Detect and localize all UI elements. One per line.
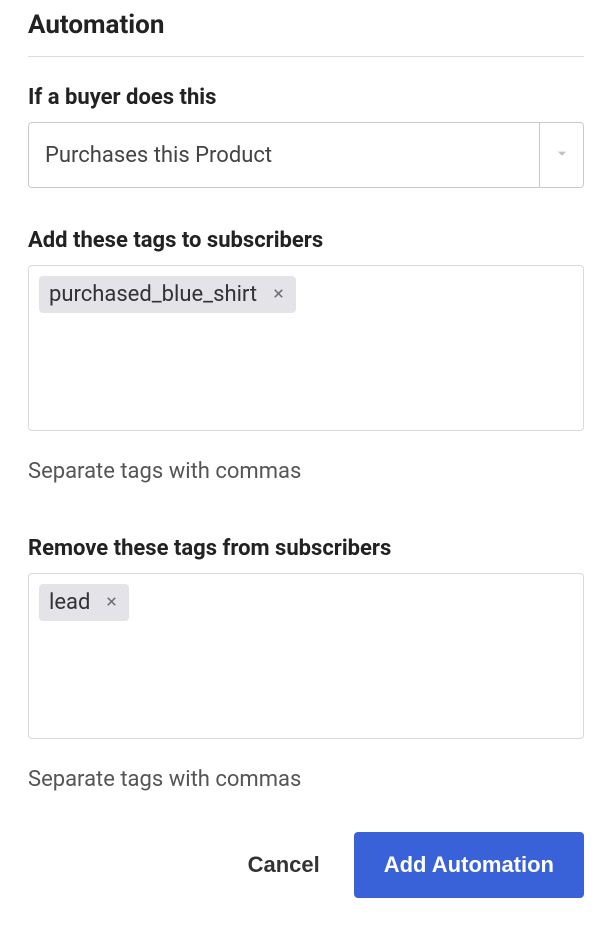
- add-tags-label: Add these tags to subscribers: [28, 228, 584, 253]
- add-tags-input[interactable]: purchased_blue_shirt: [28, 265, 584, 431]
- button-row: Cancel Add Automation: [28, 832, 584, 898]
- close-icon: [104, 590, 119, 615]
- close-icon: [271, 282, 286, 307]
- remove-tags-label: Remove these tags from subscribers: [28, 536, 584, 561]
- tag-label: purchased_blue_shirt: [49, 282, 257, 307]
- remove-tag-button[interactable]: [271, 282, 286, 307]
- divider: [28, 56, 584, 57]
- add-automation-button[interactable]: Add Automation: [354, 832, 584, 898]
- section-title: Automation: [28, 10, 584, 40]
- add-tags-hint: Separate tags with commas: [28, 459, 584, 484]
- trigger-select-arrow[interactable]: [539, 123, 583, 187]
- tag-chip: lead: [39, 584, 129, 621]
- remove-tags-hint: Separate tags with commas: [28, 767, 584, 792]
- remove-tag-button[interactable]: [104, 590, 119, 615]
- tag-label: lead: [49, 590, 90, 615]
- chevron-down-icon: [555, 146, 569, 165]
- cancel-button[interactable]: Cancel: [244, 834, 324, 896]
- trigger-label: If a buyer does this: [28, 85, 584, 110]
- trigger-select[interactable]: Purchases this Product: [28, 122, 584, 188]
- tag-chip: purchased_blue_shirt: [39, 276, 296, 313]
- remove-tags-input[interactable]: lead: [28, 573, 584, 739]
- trigger-select-value[interactable]: Purchases this Product: [29, 123, 539, 187]
